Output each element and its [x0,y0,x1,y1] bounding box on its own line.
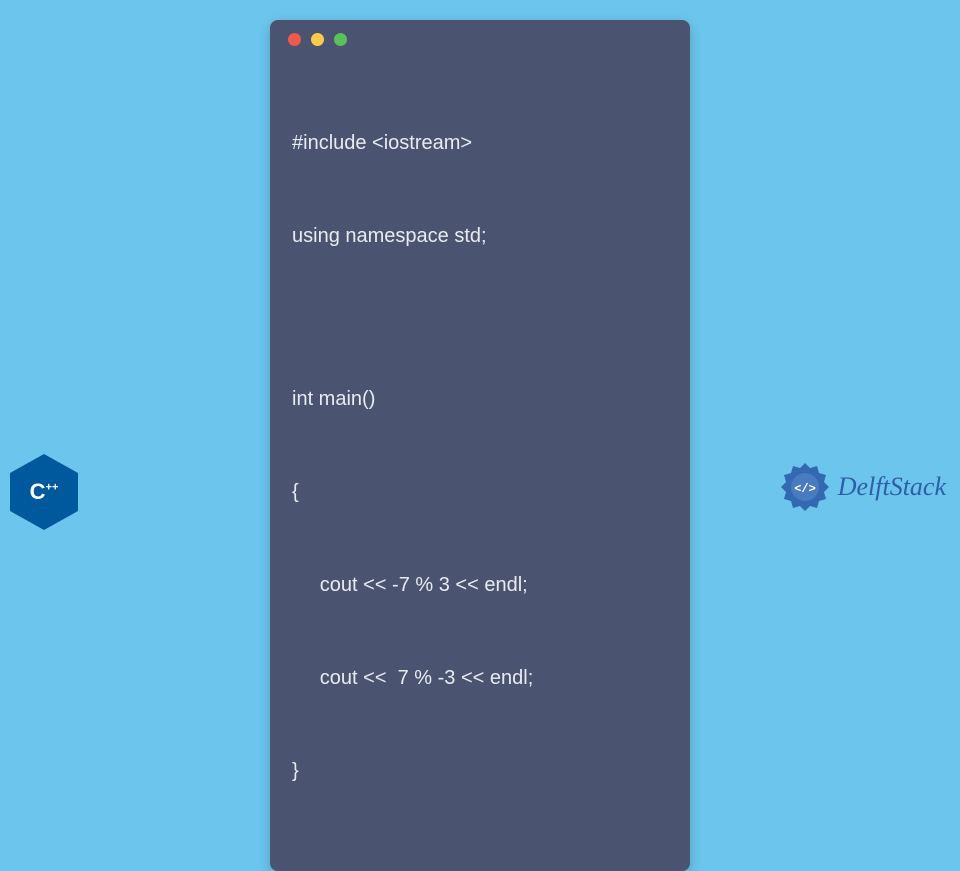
maximize-icon [334,33,347,46]
code-line: #include <iostream> [292,128,668,159]
hex-icon: C++ [10,454,78,530]
window-titlebar [270,20,690,58]
code-block: #include <iostream> using namespace std;… [270,58,690,871]
svg-text:</>: </> [794,482,816,496]
cpp-text: C++ [30,479,59,505]
minimize-icon [311,33,324,46]
code-line: cout << -7 % 3 << endl; [292,570,668,601]
code-line: cout << 7 % -3 << endl; [292,663,668,694]
code-line: { [292,477,668,508]
brand-logo: </> DelftStack [778,460,946,514]
code-line: } [292,756,668,787]
gear-icon: </> [778,460,832,514]
brand-name: DelftStack [838,472,946,502]
cpp-letter: C [30,479,46,504]
cpp-logo: C++ [10,454,78,530]
close-icon [288,33,301,46]
code-line: using namespace std; [292,221,668,252]
cpp-plus: ++ [46,482,59,494]
code-line: int main() [292,384,668,415]
code-window: #include <iostream> using namespace std;… [270,20,690,871]
